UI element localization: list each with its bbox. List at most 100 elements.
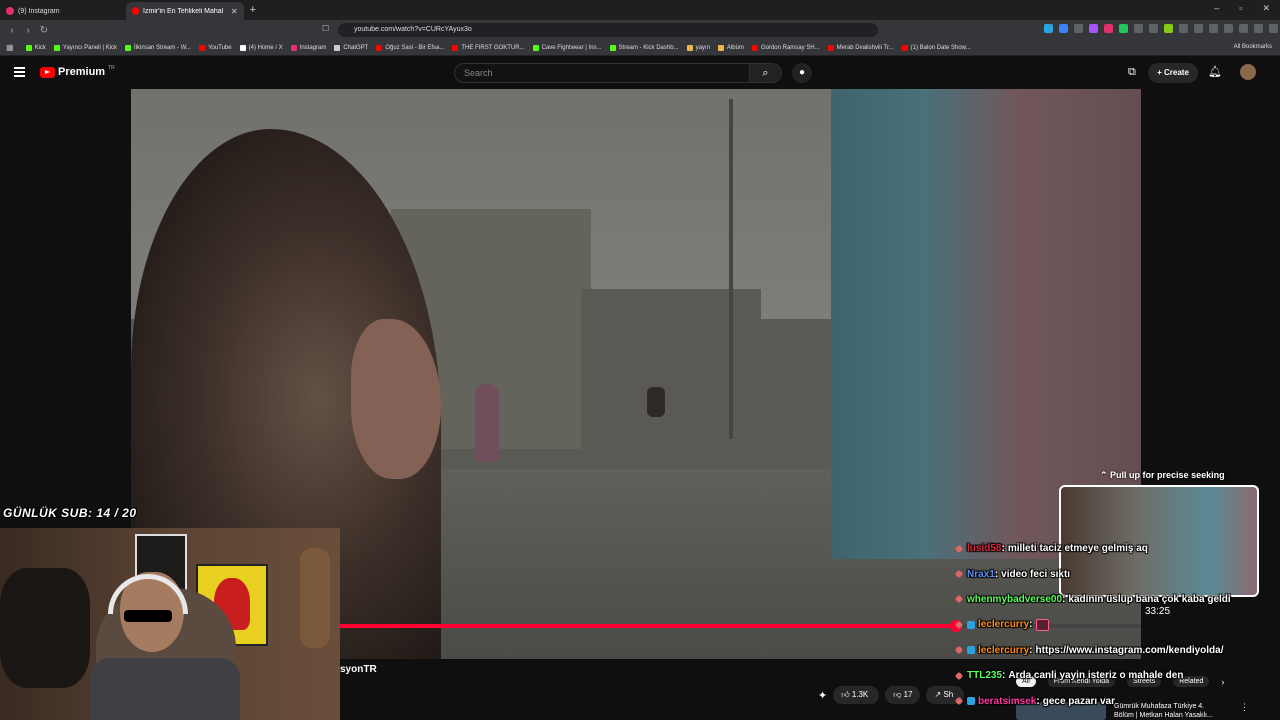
close-window-icon[interactable]: ✕ xyxy=(1262,3,1270,14)
bookmark-favicon-icon xyxy=(376,44,383,51)
bookmark-label: ChatGPT xyxy=(343,44,369,51)
voice-search-button[interactable]: ● xyxy=(792,63,812,83)
bookmarks-bar: ▦ Kick Yayıncı Paneli | Kick İlkinsan Stre… xyxy=(0,40,1280,56)
extension-icon[interactable] xyxy=(1104,24,1113,33)
extension-icon[interactable] xyxy=(1134,24,1143,33)
bookmark-label: YouTube xyxy=(208,44,232,51)
back-icon[interactable]: ‹ xyxy=(4,25,20,36)
bookmark-label: Merab Dvalishvili Tr... xyxy=(836,44,894,51)
apps-grid-icon[interactable]: ▦ xyxy=(6,43,14,52)
extension-icon[interactable] xyxy=(1044,24,1053,33)
chat-separator: : xyxy=(1062,593,1066,605)
bookmark-label: Stream - Kick Dashb... xyxy=(618,44,679,51)
bookmark-item[interactable]: ChatGPT xyxy=(334,44,369,51)
extension-icon[interactable] xyxy=(1209,24,1218,33)
bookmark-item[interactable]: yayın xyxy=(686,44,710,51)
like-count: 1.3K xyxy=(851,690,869,699)
channel-name[interactable]: syonTR xyxy=(340,664,377,675)
extension-icon[interactable] xyxy=(1149,24,1158,33)
forward-icon[interactable]: › xyxy=(20,25,36,36)
bookmark-star-icon[interactable]: ☐ xyxy=(322,24,329,33)
bookmark-favicon-icon xyxy=(901,44,908,51)
chat-username: leclercurry xyxy=(978,619,1030,631)
extension-icon[interactable] xyxy=(1254,24,1263,33)
bookmark-item[interactable]: Oğuz Sasi - Bir Efsa... xyxy=(376,44,444,51)
youtube-logo[interactable]: Premium TR xyxy=(40,65,115,78)
bookmark-item[interactable]: Albüm xyxy=(717,44,744,51)
bookmark-label: Gordon Ramsay SH... xyxy=(760,44,820,51)
create-label: Create xyxy=(1164,68,1189,77)
extension-icon[interactable] xyxy=(1239,24,1248,33)
seek-hint-text: Pull up for precise seeking xyxy=(1110,470,1225,480)
bookmark-item[interactable]: Merab Dvalishvili Tr... xyxy=(827,44,894,51)
microphone-icon: ● xyxy=(798,67,806,78)
chat-message: TTL235: Arda canli yayin isteriz o mahale… xyxy=(954,663,1276,688)
chat-username: TTL235 xyxy=(967,670,1003,682)
chat-message: whenmybadverse00: kadının üslup bana çok … xyxy=(954,587,1276,612)
chat-message: Nrax1: video feci sıktı xyxy=(954,561,1276,586)
chat-text: kadının üslup bana çok kaba geldi xyxy=(1068,593,1231,605)
bookmark-favicon-icon xyxy=(239,44,246,51)
extension-icon[interactable] xyxy=(1194,24,1203,33)
extension-icon[interactable] xyxy=(1059,24,1068,33)
bookmark-favicon-icon xyxy=(717,44,724,51)
bookmark-list: Kick Yayıncı Paneli | Kick İlkinsan Stream… xyxy=(25,44,979,51)
cube-badge-icon xyxy=(967,646,975,655)
extension-icon[interactable] xyxy=(1074,24,1083,33)
cast-icon[interactable]: ⧉ xyxy=(1128,66,1136,79)
avatar[interactable] xyxy=(1240,64,1256,80)
tab-youtube-video[interactable]: İzmir'in En Tehlikeli Mahallesine ✕ xyxy=(125,2,244,20)
bookmark-favicon-icon xyxy=(125,44,132,51)
reload-icon[interactable]: ↻ xyxy=(36,25,52,36)
extension-icon[interactable] xyxy=(1224,24,1233,33)
new-tab-icon[interactable]: + xyxy=(250,4,256,16)
dislike-button[interactable]: 👎︎ 17 xyxy=(885,686,921,704)
extension-icon[interactable] xyxy=(1179,24,1188,33)
bookmark-item[interactable]: Yayıncı Paneli | Kick xyxy=(53,44,117,51)
restore-icon[interactable]: ▫ xyxy=(1239,3,1242,14)
bookmark-item[interactable]: (4) Home / X xyxy=(239,44,283,51)
extension-icon[interactable] xyxy=(1164,24,1173,33)
webcam-guitar xyxy=(300,548,330,648)
bookmark-favicon-icon xyxy=(686,44,693,51)
all-bookmarks-link[interactable]: All Bookmarks xyxy=(1234,44,1272,50)
webcam-chair xyxy=(0,568,90,688)
streamer-webcam xyxy=(0,528,340,720)
search-button[interactable]: ⌕ xyxy=(750,63,782,83)
instagram-favicon-icon xyxy=(6,7,14,15)
profile-menu-icon[interactable] xyxy=(1269,24,1278,33)
url-field[interactable]: youtube.com/watch?v=CURcYAyux3o xyxy=(338,23,878,37)
bookmark-favicon-icon xyxy=(199,44,206,51)
search-input[interactable]: Search xyxy=(454,63,750,83)
create-button[interactable]: + Create xyxy=(1148,63,1198,83)
extension-icon[interactable] xyxy=(1119,24,1128,33)
bookmark-item[interactable]: YouTube xyxy=(199,44,232,51)
minimize-icon[interactable]: – xyxy=(1214,3,1219,14)
bookmark-favicon-icon xyxy=(452,44,459,51)
bookmark-item[interactable]: İlkinsan Stream - W... xyxy=(125,44,191,51)
chat-text: video feci sıktı xyxy=(1001,568,1071,580)
notifications-icon[interactable]: ✦ xyxy=(818,689,827,702)
pickaxe-badge-icon xyxy=(954,569,964,579)
bookmark-label: (4) Home / X xyxy=(248,44,283,51)
extension-icon[interactable] xyxy=(1089,24,1098,33)
tab-instagram[interactable]: (9) Instagram xyxy=(0,2,66,20)
like-button[interactable]: 👍︎ 1.3K xyxy=(833,686,880,704)
bookmark-item[interactable]: Instagram xyxy=(290,44,327,51)
menu-hamburger-icon[interactable] xyxy=(14,67,25,77)
notifications-bell-icon[interactable]: 🔔︎ xyxy=(1208,65,1222,78)
bookmark-item[interactable]: Stream - Kick Dashb... xyxy=(609,44,679,51)
bookmark-item[interactable]: Cave Fightwear | Ins... xyxy=(532,44,602,51)
webcam-sunglasses xyxy=(124,610,172,622)
bookmark-label: Kick xyxy=(34,44,46,51)
bookmark-label: Instagram xyxy=(299,44,327,51)
bookmark-item[interactable]: (1) Balon Date Show... xyxy=(901,44,971,51)
bookmark-label: (1) Balon Date Show... xyxy=(910,44,971,51)
bookmark-item[interactable]: THE FIRST GOKTUR... xyxy=(452,44,525,51)
video-actions: ✦ 👍︎ 1.3K 👎︎ 17 ↗ Sh xyxy=(818,686,965,704)
chat-message: leclercurry: https://www.instagram.com/ke… xyxy=(954,638,1276,663)
close-tab-icon[interactable]: ✕ xyxy=(231,7,238,16)
bookmark-item[interactable]: Gordon Ramsay SH... xyxy=(751,44,820,51)
bookmark-item[interactable]: Kick xyxy=(25,44,46,51)
logo-text: Premium xyxy=(58,66,106,78)
